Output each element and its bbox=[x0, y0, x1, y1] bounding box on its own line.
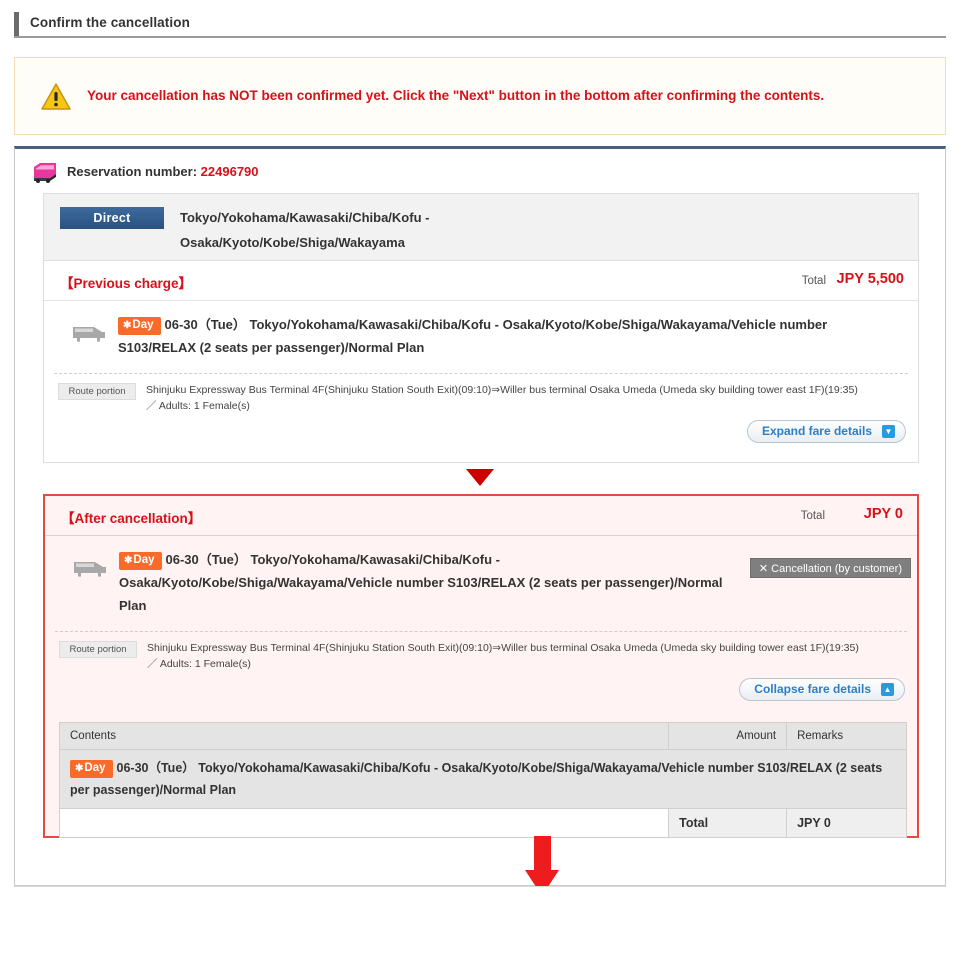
arrow-stem bbox=[534, 836, 551, 872]
after-route-portion: Route portion Shinjuku Expressway Bus Te… bbox=[45, 632, 917, 672]
previous-route-portion: Route portion Shinjuku Expressway Bus Te… bbox=[44, 374, 918, 414]
after-cancellation-header: 【After cancellation】 Total JPY 0 bbox=[45, 496, 917, 536]
fare-details-table: Contents Amount Remarks ✱Day 06-30（Tue） T… bbox=[58, 722, 907, 838]
fare-table-header-row: Contents Amount Remarks bbox=[58, 722, 907, 750]
page-title: Confirm the cancellation bbox=[30, 15, 190, 30]
status-badge: ✕ Cancellation (by customer) bbox=[749, 558, 911, 578]
route-portion-line1: Shinjuku Expressway Bus Terminal 4F(Shin… bbox=[147, 642, 859, 654]
chevron-down-icon: ▼ bbox=[882, 425, 895, 438]
sun-icon: ✱ bbox=[124, 555, 133, 566]
title-accent-bar bbox=[14, 12, 19, 36]
day-badge-label: Day bbox=[84, 762, 106, 774]
column-contents: Contents bbox=[58, 722, 670, 750]
total-row-label: Total bbox=[668, 808, 788, 838]
total-row-amount: JPY 0 bbox=[786, 808, 907, 838]
day-badge-label: Day bbox=[132, 319, 154, 331]
route-portion-line2: ／ Adults: 1 Female(s) bbox=[147, 658, 251, 670]
total-row-blank bbox=[58, 808, 670, 838]
column-amount: Amount bbox=[668, 722, 788, 750]
collapse-fare-details-button[interactable]: Collapse fare details ▲ bbox=[739, 678, 905, 701]
fare-row-detail-text: 06-30（Tue） Tokyo/Yokohama/Kawasaki/Chiba… bbox=[70, 761, 883, 797]
warning-triangle-icon bbox=[41, 83, 71, 110]
route-destination: Osaka/Kyoto/Kobe/Shiga/Wakayama bbox=[180, 235, 405, 250]
after-fare-button-row: Collapse fare details ▲ bbox=[45, 672, 917, 710]
route-portion-tag: Route portion bbox=[59, 641, 137, 658]
route-portion-tag: Route portion bbox=[58, 383, 136, 400]
after-cancellation-total-amount: JPY 0 bbox=[863, 506, 903, 522]
day-badge: ✱Day bbox=[118, 317, 161, 335]
expand-fare-details-button[interactable]: Expand fare details ▼ bbox=[746, 420, 906, 443]
transition-arrow-icon bbox=[466, 469, 494, 486]
after-cancellation-panel: 【After cancellation】 Total JPY 0 ✱Day 06-… bbox=[43, 494, 919, 838]
after-cancellation-segment: ✱Day 06-30（Tue） Tokyo/Yokohama/Kawasaki/C… bbox=[45, 536, 917, 625]
page-title-bar: Confirm the cancellation bbox=[14, 12, 946, 38]
route-names: Tokyo/Yokohama/Kawasaki/Chiba/Kofu - Osa… bbox=[180, 205, 908, 255]
previous-charge-segment-detail: 06-30（Tue） Tokyo/Yokohama/Kawasaki/Chiba… bbox=[118, 317, 828, 355]
previous-charge-total-label: Total bbox=[801, 275, 826, 287]
route-portion-text: Shinjuku Expressway Bus Terminal 4F(Shin… bbox=[147, 640, 903, 672]
direct-badge: Direct bbox=[60, 207, 164, 229]
bus-side-icon bbox=[73, 327, 105, 342]
collapse-fare-details-label: Collapse fare details bbox=[754, 682, 871, 696]
expand-fare-details-label: Expand fare details bbox=[761, 424, 872, 438]
bus-icon bbox=[34, 163, 56, 183]
after-segment-line3: Plan bbox=[119, 598, 147, 613]
table-row: ✱Day 06-30（Tue） Tokyo/Yokohama/Kawasaki/C… bbox=[59, 749, 907, 809]
after-cancellation-total-label: Total bbox=[800, 510, 825, 522]
table-total-row: Total JPY 0 bbox=[58, 808, 907, 838]
previous-charge-header: 【Previous charge】 Total JPY 5,500 bbox=[44, 261, 918, 301]
route-header: Direct Tokyo/Yokohama/Kawasaki/Chiba/Kof… bbox=[43, 193, 919, 261]
previous-charge-segment: ✱Day 06-30（Tue） Tokyo/Yokohama/Kawasaki/C… bbox=[44, 301, 918, 367]
previous-charge-segment-text: ✱Day 06-30（Tue） Tokyo/Yokohama/Kawasaki/C… bbox=[118, 313, 898, 359]
warning-message: Your cancellation has NOT been confirmed… bbox=[87, 88, 825, 103]
cancellation-confirm-page: Confirm the cancellation Your cancellati… bbox=[0, 0, 960, 964]
day-badge-label: Day bbox=[133, 554, 155, 566]
previous-fare-button-row: Expand fare details ▼ bbox=[44, 414, 918, 452]
bus-side-icon bbox=[74, 562, 106, 577]
previous-charge-panel: 【Previous charge】 Total JPY 5,500 ✱Day 06… bbox=[43, 261, 919, 463]
column-remarks: Remarks bbox=[786, 722, 907, 750]
reservation-label-text: Reservation number: bbox=[67, 164, 198, 179]
day-badge: ✱Day bbox=[119, 552, 162, 570]
previous-charge-heading: 【Previous charge】 bbox=[60, 276, 193, 291]
after-cancellation-heading: 【After cancellation】 bbox=[61, 511, 202, 526]
footer-actions: Previous Go to the reservation details p… bbox=[0, 887, 960, 964]
route-portion-line2: ／ Adults: 1 Female(s) bbox=[146, 400, 250, 412]
previous-charge-total-amount: JPY 5,500 bbox=[836, 271, 904, 287]
sun-icon: ✱ bbox=[123, 320, 132, 331]
route-origin: Tokyo/Yokohama/Kawasaki/Chiba/Kofu - bbox=[180, 210, 430, 225]
route-portion-line1: Shinjuku Expressway Bus Terminal 4F(Shin… bbox=[146, 384, 858, 396]
reservation-card: Reservation number: 22496790 Direct Toky… bbox=[14, 146, 946, 886]
reservation-number-value: 22496790 bbox=[200, 164, 259, 179]
fare-row-contents: ✱Day 06-30（Tue） Tokyo/Yokohama/Kawasaki/C… bbox=[59, 749, 907, 809]
chevron-up-icon: ▲ bbox=[881, 683, 894, 696]
route-portion-text: Shinjuku Expressway Bus Terminal 4F(Shin… bbox=[146, 382, 904, 414]
sun-icon: ✱ bbox=[75, 763, 84, 774]
day-badge: ✱Day bbox=[70, 760, 113, 778]
after-segment-line1: 06-30（Tue） Tokyo/Yokohama/Kawasaki/Chiba… bbox=[165, 552, 500, 567]
reservation-number-label: Reservation number: 22496790 bbox=[67, 164, 259, 179]
warning-banner: Your cancellation has NOT been confirmed… bbox=[14, 57, 946, 135]
